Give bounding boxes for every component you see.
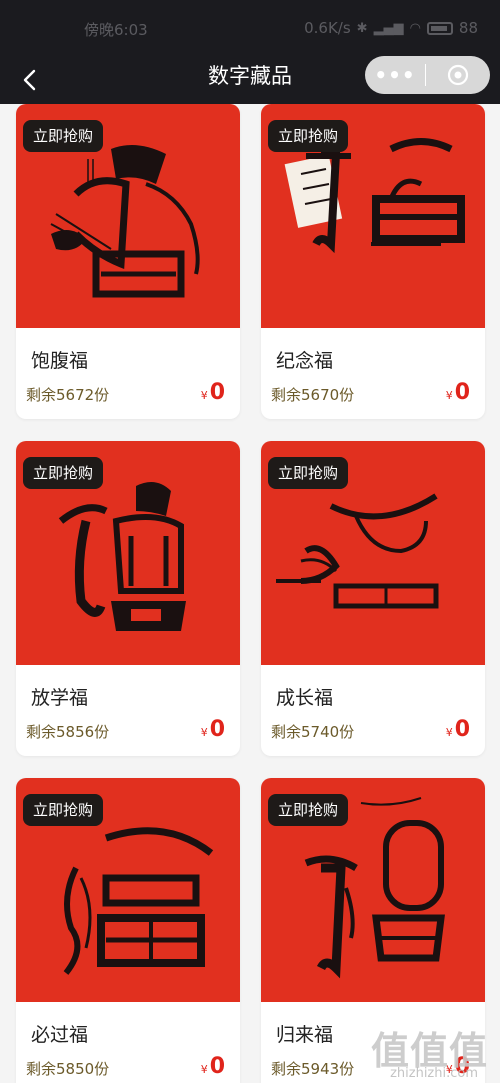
currency-symbol: ¥ bbox=[445, 389, 453, 402]
product-price: ¥ 0 bbox=[446, 380, 470, 405]
currency-symbol: ¥ bbox=[200, 726, 208, 739]
more-icon: ••• bbox=[374, 63, 416, 87]
currency-symbol: ¥ bbox=[200, 389, 208, 402]
product-card[interactable]: 立即抢购 纪念福 剩余5670份 ¥ 0 bbox=[261, 104, 485, 419]
bluetooth-icon: ✱ bbox=[356, 20, 368, 36]
remaining-stock: 剩余5670份 bbox=[271, 386, 355, 404]
product-name: 饱腹福 bbox=[31, 350, 89, 372]
battery-level: 88 bbox=[458, 19, 478, 37]
product-card[interactable]: 立即抢购 饱腹福 剩余5672份 ¥ 0 bbox=[16, 104, 240, 419]
chevron-left-icon bbox=[23, 69, 36, 91]
remaining-stock: 剩余5943份 bbox=[271, 1060, 355, 1078]
currency-symbol: ¥ bbox=[200, 1063, 208, 1076]
product-name: 纪念福 bbox=[276, 350, 334, 372]
price-value: 0 bbox=[454, 380, 470, 405]
buy-now-badge[interactable]: 立即抢购 bbox=[268, 457, 349, 489]
status-indicators: 0.6K/s ✱ ▂▄▆ ◠ 88 bbox=[304, 19, 478, 37]
product-artwork: 立即抢购 bbox=[16, 104, 240, 328]
product-name: 必过福 bbox=[31, 1024, 89, 1046]
price-value: 0 bbox=[454, 717, 470, 742]
watermark-url: zhizhizhi.com bbox=[390, 1066, 478, 1081]
product-price: ¥ 0 bbox=[201, 1054, 225, 1079]
product-artwork: 立即抢购 bbox=[261, 441, 485, 665]
remaining-stock: 剩余5856份 bbox=[26, 723, 110, 741]
back-button[interactable] bbox=[14, 64, 46, 96]
product-card[interactable]: 立即抢购 成长福 剩余5740份 ¥ 0 bbox=[261, 441, 485, 756]
close-circle-icon bbox=[447, 64, 469, 86]
status-bar: 傍晚6:03 0.6K/s ✱ ▂▄▆ ◠ 88 bbox=[0, 0, 500, 56]
signal-icon: ▂▄▆ bbox=[373, 20, 404, 36]
nav-bar: 数字藏品 ••• bbox=[0, 56, 500, 104]
price-value: 0 bbox=[209, 1054, 225, 1079]
battery-icon bbox=[426, 21, 453, 35]
buy-now-badge[interactable]: 立即抢购 bbox=[23, 794, 104, 826]
remaining-stock: 剩余5672份 bbox=[26, 386, 110, 404]
buy-now-badge[interactable]: 立即抢购 bbox=[23, 457, 104, 489]
product-name: 成长福 bbox=[276, 687, 334, 709]
product-price: ¥ 0 bbox=[201, 380, 225, 405]
product-artwork: 立即抢购 bbox=[261, 778, 485, 1002]
product-grid: 立即抢购 饱腹福 剩余5672份 ¥ 0 立即抢购 纪念福 剩余5670份 ¥ … bbox=[0, 104, 500, 1083]
close-button[interactable] bbox=[426, 56, 490, 94]
product-card[interactable]: 立即抢购 必过福 剩余5850份 ¥ 0 bbox=[16, 778, 240, 1083]
wifi-icon: ◠ bbox=[409, 20, 421, 36]
product-artwork: 立即抢购 bbox=[261, 104, 485, 328]
status-time: 傍晚6:03 bbox=[84, 21, 148, 39]
product-name: 放学福 bbox=[31, 687, 89, 709]
price-value: 0 bbox=[209, 717, 225, 742]
buy-now-badge[interactable]: 立即抢购 bbox=[268, 794, 349, 826]
remaining-stock: 剩余5740份 bbox=[271, 723, 355, 741]
product-artwork: 立即抢购 bbox=[16, 441, 240, 665]
mini-program-capsule: ••• bbox=[365, 56, 490, 94]
net-speed: 0.6K/s bbox=[304, 19, 351, 37]
buy-now-badge[interactable]: 立即抢购 bbox=[268, 120, 349, 152]
buy-now-badge[interactable]: 立即抢购 bbox=[23, 120, 104, 152]
product-card[interactable]: 立即抢购 放学福 剩余5856份 ¥ 0 bbox=[16, 441, 240, 756]
currency-symbol: ¥ bbox=[445, 726, 453, 739]
remaining-stock: 剩余5850份 bbox=[26, 1060, 110, 1078]
price-value: 0 bbox=[209, 380, 225, 405]
product-name: 归来福 bbox=[276, 1024, 334, 1046]
product-price: ¥ 0 bbox=[446, 717, 470, 742]
more-button[interactable]: ••• bbox=[365, 56, 425, 94]
product-price: ¥ 0 bbox=[201, 717, 225, 742]
product-artwork: 立即抢购 bbox=[16, 778, 240, 1002]
